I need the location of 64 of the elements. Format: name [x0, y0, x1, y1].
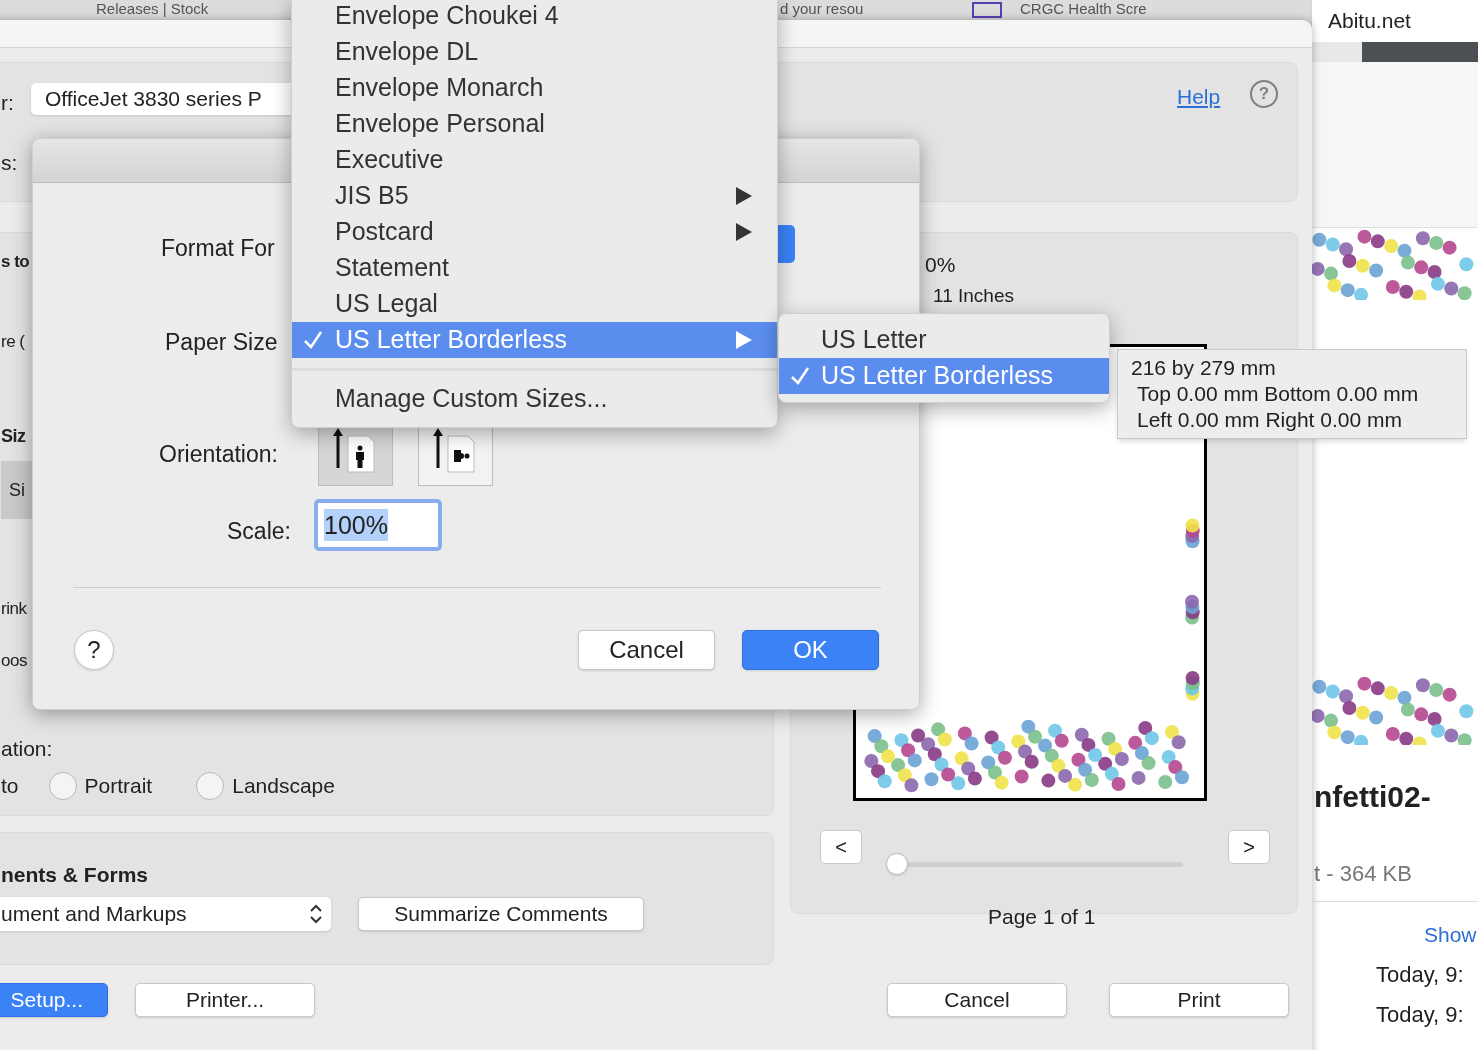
menu-item[interactable]: Manage Custom Sizes... — [292, 381, 777, 417]
tab-title: Abitu.net — [1328, 8, 1411, 35]
option-label: oos — [1, 650, 27, 672]
tooltip-text: 216 by 279 mm — [1131, 355, 1277, 381]
field-label: s: — [1, 150, 18, 176]
primary-button[interactable]: Setup... — [0, 983, 108, 1017]
option-label: rink — [1, 598, 27, 620]
scale-field[interactable]: 100% — [314, 499, 442, 551]
submenu-arrow-icon — [735, 330, 753, 350]
film-icon — [972, 2, 1002, 18]
slider-thumb[interactable] — [886, 853, 908, 875]
page-indicator: Page 1 of 1 — [988, 904, 1096, 930]
tab-title: Releases | Stock — [96, 0, 209, 18]
menu-item[interactable]: US Legal — [292, 286, 777, 322]
summarize-button[interactable]: Summarize Comments — [358, 897, 644, 931]
section-heading: Siz — [1, 425, 26, 448]
next-page-button[interactable]: > — [1228, 830, 1270, 864]
tab-title: CRGC Health Scre — [1020, 0, 1147, 18]
tab-title: d your resou — [780, 0, 864, 18]
field-label: Paper Size — [165, 328, 278, 357]
option-label: s to — [1, 251, 30, 273]
menu-item[interactable]: US Letter — [779, 322, 1109, 358]
menu-item[interactable]: Executive — [292, 142, 777, 178]
previous-page-button[interactable]: < — [820, 830, 862, 864]
submenu-arrow-icon — [735, 222, 753, 242]
date-text: Today, 9: — [1376, 1002, 1464, 1028]
radio-label: Portrait — [84, 773, 153, 799]
checkmark-icon — [302, 329, 324, 351]
radio-label: Landscape — [232, 773, 335, 799]
tooltip-text: Top 0.00 mm Bottom 0.00 mm — [1136, 381, 1420, 407]
dialog-button[interactable]: Cancel — [887, 983, 1067, 1017]
menu-item[interactable]: Envelope DL — [292, 34, 777, 70]
radio-button[interactable] — [48, 771, 77, 800]
menu-item[interactable]: Postcard — [292, 214, 777, 250]
help-button[interactable]: ? — [74, 630, 114, 670]
menu-item[interactable]: Statement — [292, 250, 777, 286]
help-link[interactable]: Help — [1177, 81, 1221, 113]
field-label: ation: — [1, 736, 53, 762]
comments-select[interactable]: ument and Markups — [0, 897, 331, 931]
file-name: nfetti02- — [1314, 779, 1431, 815]
checkmark-icon — [789, 365, 811, 387]
menu-item[interactable]: Envelope Choukei 4 — [292, 0, 777, 34]
dialog-button[interactable]: Print — [1109, 983, 1289, 1017]
submenu-arrow-icon — [735, 186, 753, 206]
dialog-button[interactable]: Cancel — [578, 630, 715, 670]
field-label: Scale: — [227, 517, 291, 546]
section-heading: nents & Forms — [1, 862, 149, 888]
option-label: re ( — [1, 331, 25, 353]
show-link[interactable]: Show — [1424, 922, 1477, 948]
file-info: t - 364 KB — [1314, 861, 1412, 887]
dialog-button[interactable]: Printer... — [135, 983, 315, 1017]
date-text: Today, 9: — [1376, 962, 1464, 988]
segmented-tab[interactable]: Si — [1, 461, 33, 519]
field-label: Format For — [161, 234, 275, 263]
field-label: Orientation: — [159, 440, 278, 469]
menu-item[interactable]: JIS B5 — [292, 178, 777, 214]
paper-size-text: 11 Inches — [933, 285, 1014, 307]
scale-text: 0% — [925, 252, 956, 278]
updown-chevron-icon — [309, 903, 323, 925]
radio-button[interactable] — [196, 771, 225, 800]
primary-button[interactable]: OK — [742, 630, 879, 670]
field-label: r: — [1, 90, 14, 116]
tooltip-text: Left 0.00 mm Right 0.00 mm — [1136, 407, 1403, 433]
radio-label: to — [1, 773, 19, 799]
